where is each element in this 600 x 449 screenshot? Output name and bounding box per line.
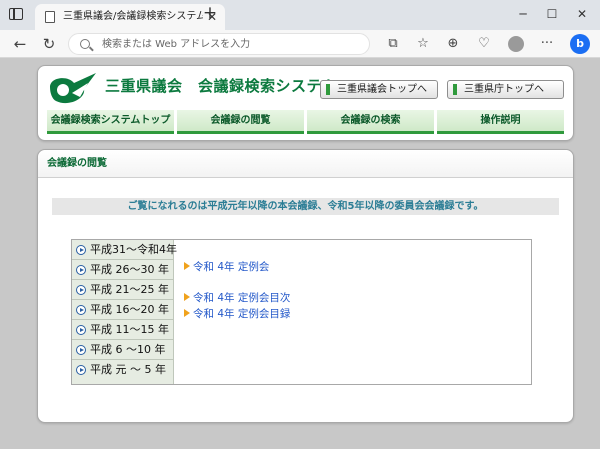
- session-link[interactable]: 令和 4年 定例会目録: [184, 307, 290, 321]
- page-icon: [45, 11, 55, 23]
- session-link[interactable]: 令和 4年 定例会目次: [184, 291, 290, 305]
- maximize-icon[interactable]: ☐: [542, 6, 562, 22]
- prefecture-top-link[interactable]: 三重県庁トップへ: [447, 80, 564, 99]
- assembly-top-label: 三重県議会トップへ: [337, 84, 427, 95]
- era-item[interactable]: 平成 21～25 年: [72, 280, 174, 300]
- address-bar[interactable]: 検索または Web アドレスを入力: [68, 33, 370, 55]
- play-icon: [76, 305, 86, 315]
- browse-box: 平成31～令和4年 平成 26～30 年 平成 21～25 年 平成 16～20…: [71, 239, 532, 385]
- menu-system-top[interactable]: 会議録検索システムトップ: [47, 110, 174, 134]
- era-item[interactable]: 平成 元 ～ 5 年: [72, 360, 174, 384]
- new-tab-button[interactable]: +: [200, 3, 220, 23]
- profile-avatar[interactable]: [508, 36, 524, 52]
- more-menu-icon[interactable]: ···: [538, 35, 556, 53]
- prefecture-top-label: 三重県庁トップへ: [464, 84, 544, 95]
- session-link[interactable]: 令和 4年 定例会: [184, 260, 269, 274]
- era-list: 平成31～令和4年 平成 26～30 年 平成 21～25 年 平成 16～20…: [72, 240, 177, 384]
- session-link-label: 令和 4年 定例会: [193, 261, 270, 273]
- assembly-logo-icon: [50, 73, 96, 104]
- session-link-label: 令和 4年 定例会目次: [193, 292, 291, 304]
- era-label: 平成31～令和4年: [90, 243, 177, 256]
- era-label: 平成 11～15 年: [90, 323, 169, 336]
- arrow-right-icon: [184, 262, 190, 270]
- site-header: 三重県議会 会議録検索システム 三重県議会トップへ 三重県庁トップへ 会議録検索…: [37, 65, 574, 141]
- era-label: 平成 元 ～ 5 年: [90, 363, 166, 376]
- play-icon: [76, 285, 86, 295]
- era-item[interactable]: 平成31～令和4年: [72, 240, 177, 260]
- minimize-icon[interactable]: ─: [513, 6, 533, 22]
- browser-tab[interactable]: 三重県議会/会議録検索システム ✕: [35, 4, 225, 30]
- search-icon: [80, 39, 90, 49]
- tab-actions-icon[interactable]: [9, 8, 23, 20]
- section-header: 会議録の閲覧: [38, 150, 573, 178]
- play-icon: [76, 365, 86, 375]
- tab-title: 三重県議会/会議録検索システム: [63, 11, 203, 22]
- link-marker: [326, 84, 330, 95]
- play-icon: [76, 265, 86, 275]
- browser-toolbar: ← ↻ 検索または Web アドレスを入力 ⧉ ☆ ⊕ ♡ ··· b: [0, 30, 600, 58]
- arrow-right-icon: [184, 309, 190, 317]
- browser-tab-bar: 三重県議会/会議録検索システム ✕ + ─ ☐ ✕: [0, 0, 600, 30]
- site-title: 三重県議会 会議録検索システム: [105, 77, 338, 95]
- era-item[interactable]: 平成 26～30 年: [72, 260, 174, 280]
- play-icon: [76, 245, 86, 255]
- favorites-icon[interactable]: ☆: [414, 35, 432, 53]
- play-icon: [76, 345, 86, 355]
- availability-notice: ご覧になれるのは平成元年以降の本会議録、令和5年以降の委員会会議録です。: [52, 198, 559, 215]
- play-icon: [76, 325, 86, 335]
- address-placeholder: 検索または Web アドレスを入力: [102, 39, 251, 50]
- page-viewport: 三重県議会 会議録検索システム 三重県議会トップへ 三重県庁トップへ 会議録検索…: [0, 58, 600, 449]
- era-label: 平成 26～30 年: [90, 263, 169, 276]
- era-item[interactable]: 平成 11～15 年: [72, 320, 174, 340]
- content-panel: 会議録の閲覧 ご覧になれるのは平成元年以降の本会議録、令和5年以降の委員会会議録…: [37, 149, 574, 423]
- menu-help[interactable]: 操作説明: [437, 110, 564, 134]
- window-close-icon[interactable]: ✕: [572, 6, 592, 22]
- bing-copilot-icon[interactable]: b: [570, 34, 590, 54]
- browser-essentials-icon[interactable]: ♡: [475, 35, 493, 53]
- reload-icon[interactable]: ↻: [39, 34, 59, 54]
- era-label: 平成 16～20 年: [90, 303, 169, 316]
- section-title: 会議録の閲覧: [47, 158, 107, 169]
- extensions-icon[interactable]: ⧉: [384, 35, 402, 53]
- arrow-right-icon: [184, 293, 190, 301]
- menu-browse[interactable]: 会議録の閲覧: [177, 110, 304, 134]
- collections-icon[interactable]: ⊕: [444, 35, 462, 53]
- era-label: 平成 6 ～10 年: [90, 343, 166, 356]
- era-label: 平成 21～25 年: [90, 283, 169, 296]
- era-item[interactable]: 平成 16～20 年: [72, 300, 174, 320]
- back-icon[interactable]: ←: [10, 34, 30, 54]
- session-link-label: 令和 4年 定例会目録: [193, 308, 291, 320]
- era-item[interactable]: 平成 6 ～10 年: [72, 340, 174, 360]
- assembly-top-link[interactable]: 三重県議会トップへ: [320, 80, 438, 99]
- menu-search[interactable]: 会議録の検索: [307, 110, 434, 134]
- link-marker: [453, 84, 457, 95]
